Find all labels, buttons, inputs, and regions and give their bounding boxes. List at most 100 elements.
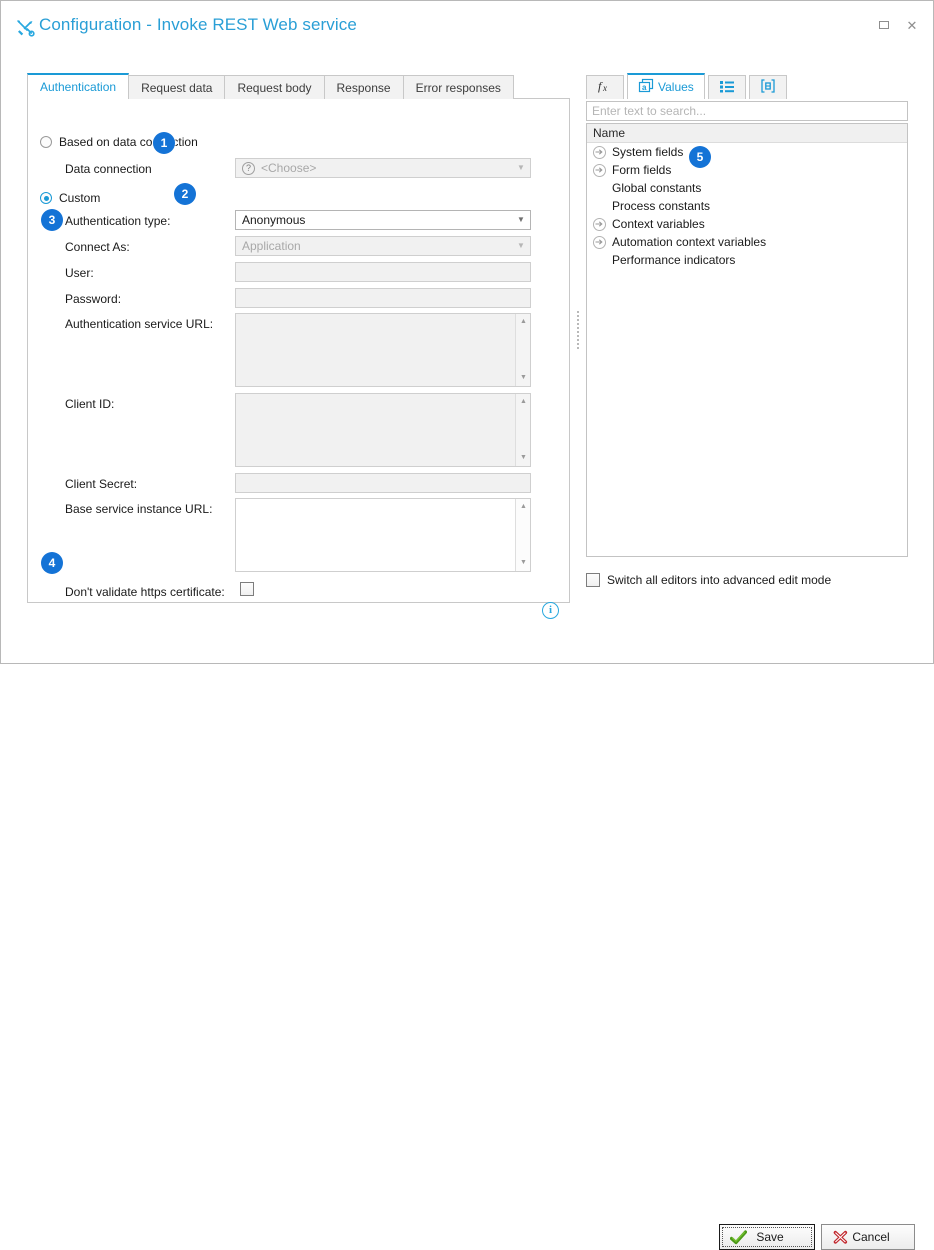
svg-text:x: x (602, 83, 607, 93)
tree-item-label: Performance indicators (612, 253, 736, 267)
right-tab-strip: f x a Values (586, 73, 790, 99)
tree-item-label: Process constants (612, 199, 711, 213)
red-x-icon (830, 1230, 850, 1245)
cancel-label: Cancel (852, 1230, 890, 1244)
client-secret-input[interactable] (235, 473, 531, 493)
save-label: Save (756, 1230, 784, 1244)
configuration-dialog: Configuration - Invoke REST Web service … (0, 0, 934, 1250)
data-connection-combo[interactable]: ? <Choose> ▼ (235, 158, 531, 178)
function-fx-icon: f x (597, 79, 613, 96)
chevron-down-icon: ▼ (517, 163, 525, 172)
tab-label: Response (336, 80, 391, 95)
callout-badge-2: 2 (174, 183, 196, 205)
chevron-down-icon: ▼ (517, 215, 525, 224)
tree-item-context-variables[interactable]: Context variables (587, 215, 907, 233)
tab-bracket[interactable] (748, 75, 787, 99)
radio-label: Based on data connection (59, 135, 198, 149)
dont-validate-https-checkbox[interactable] (240, 582, 254, 596)
save-button[interactable]: Save (719, 1224, 815, 1250)
scroll-down-icon[interactable]: ▼ (516, 556, 531, 570)
dialog-title: Configuration - Invoke REST Web service (39, 15, 357, 34)
client-id-label: Client ID: (65, 397, 115, 411)
values-tree: Name System fields Form fields Global co… (586, 123, 908, 557)
scrollbar[interactable]: ▲ ▼ (515, 314, 530, 386)
scrollbar[interactable]: ▲ ▼ (515, 499, 530, 571)
expand-arrow-icon[interactable] (593, 163, 606, 177)
authentication-type-label: Authentication type: (65, 214, 171, 228)
user-input[interactable] (235, 262, 531, 282)
client-secret-label: Client Secret: (65, 477, 138, 491)
tab-label: Authentication (40, 80, 117, 94)
tree-item-automation-context-variables[interactable]: Automation context variables (587, 233, 907, 251)
authentication-type-combo[interactable]: Anonymous ▼ (235, 210, 531, 230)
connect-as-combo[interactable]: Application ▼ (235, 236, 531, 256)
authentication-tab-panel: Based on data connection Data connection… (27, 98, 570, 619)
scroll-down-icon[interactable]: ▼ (516, 371, 531, 385)
scroll-up-icon[interactable]: ▲ (516, 395, 531, 409)
window-controls: ✕ (875, 16, 921, 34)
scroll-up-icon[interactable]: ▲ (516, 500, 531, 514)
tab-response[interactable]: Response (323, 75, 404, 99)
scroll-down-icon[interactable]: ▼ (516, 451, 531, 465)
tree-item-label: Automation context variables (612, 235, 767, 249)
dont-validate-https-label: Don't validate https certificate: (65, 585, 225, 599)
search-input[interactable] (586, 101, 908, 121)
tree-item-label: Global constants (612, 181, 702, 195)
maximize-icon[interactable] (875, 16, 893, 34)
tab-values[interactable]: a Values (627, 73, 705, 99)
tab-strip: Authentication Request data Request body… (27, 73, 514, 99)
radio-indicator (40, 192, 52, 204)
advanced-edit-mode-checkbox[interactable] (586, 573, 600, 587)
base-service-instance-url-textarea[interactable]: ▲ ▼ (235, 498, 531, 572)
expand-arrow-icon[interactable] (593, 235, 606, 249)
tab-error-responses[interactable]: Error responses (402, 75, 514, 99)
tab-request-body[interactable]: Request body (224, 75, 325, 99)
tree-item-performance-indicators[interactable]: Performance indicators (587, 251, 907, 269)
tools-icon (15, 18, 35, 38)
green-check-icon (728, 1229, 748, 1245)
scroll-up-icon[interactable]: ▲ (516, 315, 531, 329)
advanced-edit-mode-label: Switch all editors into advanced edit mo… (607, 573, 832, 587)
base-service-instance-url-label: Base service instance URL: (65, 502, 213, 516)
radio-custom[interactable]: Custom (40, 191, 100, 205)
tree-item-label: Context variables (612, 217, 705, 231)
no-expand-spacer (593, 200, 606, 213)
client-id-textarea[interactable]: ▲ ▼ (235, 393, 531, 467)
tree-item-global-constants[interactable]: Global constants (587, 179, 907, 197)
tree-item-form-fields[interactable]: Form fields (587, 161, 907, 179)
user-label: User: (65, 266, 94, 280)
radio-label: Custom (59, 191, 101, 205)
splitter-grip-icon (577, 311, 579, 349)
tab-label: Request body (237, 80, 312, 95)
advanced-edit-mode-row[interactable]: Switch all editors into advanced edit mo… (586, 573, 831, 587)
question-mark-icon: ? (242, 161, 255, 175)
tree-column-header-name: Name (587, 124, 907, 143)
no-expand-spacer (593, 254, 606, 267)
callout-badge-4: 4 (41, 552, 63, 574)
close-icon[interactable]: ✕ (903, 16, 921, 34)
callout-badge-3: 3 (41, 209, 63, 231)
tree-item-process-constants[interactable]: Process constants (587, 197, 907, 215)
panel-splitter[interactable] (573, 73, 583, 603)
callout-badge-5: 5 (689, 146, 711, 168)
data-connection-label: Data connection (65, 162, 152, 176)
password-label: Password: (65, 292, 122, 306)
authentication-type-value: Anonymous (242, 213, 306, 227)
chevron-down-icon: ▼ (517, 241, 525, 250)
cancel-button[interactable]: Cancel (821, 1224, 915, 1250)
scrollbar[interactable]: ▲ ▼ (515, 394, 530, 466)
expand-arrow-icon[interactable] (593, 145, 606, 159)
tab-formula[interactable]: f x (586, 75, 624, 99)
data-connection-value: <Choose> (261, 161, 317, 175)
no-expand-spacer (593, 182, 606, 195)
footer: Save Cancel (1, 611, 933, 1250)
tab-label: Values (658, 80, 694, 94)
tab-authentication[interactable]: Authentication (27, 73, 130, 99)
expand-arrow-icon[interactable] (593, 217, 606, 231)
tree-item-system-fields[interactable]: System fields (587, 143, 907, 161)
auth-service-url-textarea[interactable]: ▲ ▼ (235, 313, 531, 387)
tab-request-data[interactable]: Request data (128, 75, 226, 99)
tab-list[interactable] (707, 75, 746, 99)
password-input[interactable] (235, 288, 531, 308)
tab-label: Request data (141, 80, 213, 95)
